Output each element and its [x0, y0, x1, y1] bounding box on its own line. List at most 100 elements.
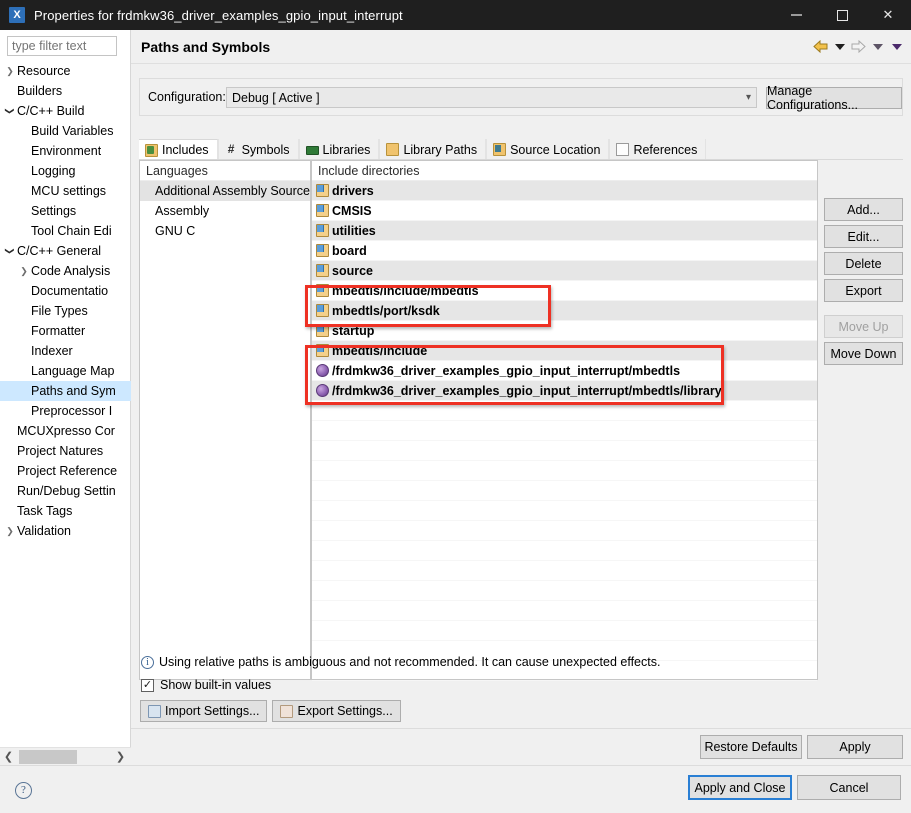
sidebar-item-tool-chain-edi[interactable]: Tool Chain Edi [0, 221, 131, 241]
sidebar-item-settings[interactable]: Settings [0, 201, 131, 221]
apply-and-close-button[interactable]: Apply and Close [688, 775, 792, 800]
delete-button[interactable]: Delete [824, 252, 903, 275]
language-list-item[interactable]: Additional Assembly Source [140, 181, 310, 201]
language-list-item[interactable]: GNU C [140, 221, 310, 241]
import-settings-button[interactable]: Import Settings... [140, 700, 268, 722]
sidebar-item-c-c-general[interactable]: ❯ C/C++ General [0, 241, 131, 261]
sidebar-item-validation[interactable]: ❯ Validation [0, 521, 131, 541]
cancel-button[interactable]: Cancel [797, 775, 901, 800]
help-icon[interactable]: ? [15, 782, 32, 799]
sidebar-item-environment[interactable]: Environment [0, 141, 131, 161]
sidebar-item-preprocessor-i[interactable]: Preprocessor I [0, 401, 131, 421]
configuration-value: Debug [ Active ] [232, 90, 320, 105]
include-directory-row[interactable]: mbedtls/port/ksdk [312, 301, 817, 321]
sidebar-item-formatter[interactable]: Formatter [0, 321, 131, 341]
sidebar-item-mcu-settings[interactable]: MCU settings [0, 181, 131, 201]
sidebar-item-label: Code Analysis [31, 264, 111, 278]
include-folder-icon [316, 204, 329, 217]
chevron-right-icon[interactable]: ❯ [3, 521, 17, 541]
workspace-path-icon [316, 384, 329, 397]
scroll-right-icon[interactable]: ❯ [112, 750, 129, 763]
include-directory-row[interactable]: utilities [312, 221, 817, 241]
include-directory-row[interactable]: source [312, 261, 817, 281]
sidebar-item-build-variables[interactable]: Build Variables [0, 121, 131, 141]
sidebar-item-label: Project Reference [17, 464, 118, 478]
include-directory-row[interactable]: mbedtls/include [312, 341, 817, 361]
scroll-left-icon[interactable]: ❮ [0, 750, 17, 763]
scrollbar-thumb[interactable] [19, 750, 77, 764]
tab-label: Symbols [241, 142, 290, 157]
include-directory-row[interactable]: /frdmkw36_driver_examples_gpio_input_int… [312, 361, 817, 381]
sidebar-item-code-analysis[interactable]: ❯ Code Analysis [0, 261, 131, 281]
view-menu-caret-icon[interactable] [888, 38, 905, 55]
export-button[interactable]: Export [824, 279, 903, 302]
chevron-right-icon[interactable]: ❯ [17, 261, 31, 281]
configuration-label: Configuration: [148, 90, 226, 104]
filter-input[interactable] [7, 36, 117, 56]
restore-defaults-button[interactable]: Restore Defaults [700, 735, 802, 759]
sidebar-item-documentatio[interactable]: Documentatio [0, 281, 131, 301]
tab-source-location[interactable]: Source Location [486, 139, 610, 160]
sidebar-item-task-tags[interactable]: Task Tags [0, 501, 131, 521]
include-directory-row[interactable]: mbedtls/include/mbedtls [312, 281, 817, 301]
tab-references[interactable]: References [609, 139, 707, 160]
include-directory-row[interactable]: CMSIS [312, 201, 817, 221]
export-settings-button[interactable]: Export Settings... [272, 700, 401, 722]
chevron-down-icon[interactable]: ❯ [0, 244, 20, 258]
forward-dropdown-caret-icon[interactable] [869, 38, 886, 55]
move-up-button: Move Up [824, 315, 903, 338]
sidebar-item-indexer[interactable]: Indexer [0, 341, 131, 361]
manage-configurations-button[interactable]: Manage Configurations... [766, 84, 902, 112]
edit-button[interactable]: Edit... [824, 225, 903, 248]
sidebar-item-builders[interactable]: Builders [0, 81, 131, 101]
tab-bar[interactable]: Includes # Symbols Libraries Library Paths So… [139, 138, 903, 160]
sidebar-item-c-c-build[interactable]: ❯ C/C++ Build [0, 101, 131, 121]
close-icon: ✕ [882, 7, 894, 22]
include-directory-row[interactable]: drivers [312, 181, 817, 201]
sidebar-item-language-map[interactable]: Language Map [0, 361, 131, 381]
maximize-button[interactable] [819, 0, 865, 30]
include-directory-row[interactable]: board [312, 241, 817, 261]
info-text: Using relative paths is ambiguous and no… [159, 655, 661, 669]
tab-includes[interactable]: Includes [139, 139, 218, 160]
sidebar-item-paths-and-sym[interactable]: Paths and Sym [0, 381, 131, 401]
move-down-button[interactable]: Move Down [824, 342, 903, 365]
close-button[interactable]: ✕ [865, 0, 911, 30]
sidebar-item-label: Run/Debug Settin [17, 484, 116, 498]
sidebar-item-logging[interactable]: Logging [0, 161, 131, 181]
sidebar-item-file-types[interactable]: File Types [0, 301, 131, 321]
sidebar-item-resource[interactable]: ❯ Resource [0, 61, 131, 81]
back-dropdown-caret-icon[interactable] [831, 38, 848, 55]
include-directory-row[interactable]: /frdmkw36_driver_examples_gpio_input_int… [312, 381, 817, 401]
chevron-down-icon: ▾ [745, 92, 751, 103]
configuration-group: Configuration: Debug [ Active ] ▾ Manage… [139, 78, 903, 116]
languages-list[interactable]: Additional Assembly Source Assembly GNU C [140, 181, 310, 241]
back-arrow-icon[interactable] [812, 38, 829, 55]
apply-button[interactable]: Apply [807, 735, 903, 759]
sidebar-item-label: Task Tags [17, 504, 73, 518]
tab-symbols[interactable]: # Symbols [217, 139, 299, 160]
configuration-select[interactable]: Debug [ Active ] ▾ [226, 87, 757, 108]
show-builtin-values-row[interactable]: ✓ Show built-in values [141, 678, 271, 692]
includes-folder-icon [145, 143, 158, 157]
show-builtin-values-checkbox[interactable]: ✓ [141, 678, 154, 692]
window-controls: ✕ [773, 0, 911, 30]
include-directory-row[interactable]: startup [312, 321, 817, 341]
minimize-button[interactable] [773, 0, 819, 30]
include-folder-icon [316, 244, 329, 257]
chevron-right-icon[interactable]: ❯ [3, 61, 17, 81]
settings-tree[interactable]: ❯ Resource Builders ❯ C/C++ Build Build Varia… [0, 61, 131, 733]
tab-libraries[interactable]: Libraries [298, 139, 380, 160]
chevron-down-icon[interactable]: ❯ [0, 104, 20, 118]
include-directories-list[interactable]: drivers CMSIS utilities board source mbedtls/… [312, 181, 817, 681]
include-directory-label: CMSIS [332, 203, 372, 218]
tab-library-paths[interactable]: Library Paths [379, 139, 487, 160]
sidebar-horizontal-scrollbar[interactable]: ❮ ❯ [0, 747, 131, 765]
sidebar-item-run-debug-settin[interactable]: Run/Debug Settin [0, 481, 131, 501]
sidebar-item-mcuxpresso-cor[interactable]: MCUXpresso Cor [0, 421, 131, 441]
forward-arrow-icon[interactable] [850, 38, 867, 55]
add-button[interactable]: Add... [824, 198, 903, 221]
language-list-item[interactable]: Assembly [140, 201, 310, 221]
sidebar-item-project-natures[interactable]: Project Natures [0, 441, 131, 461]
sidebar-item-project-reference[interactable]: Project Reference [0, 461, 131, 481]
